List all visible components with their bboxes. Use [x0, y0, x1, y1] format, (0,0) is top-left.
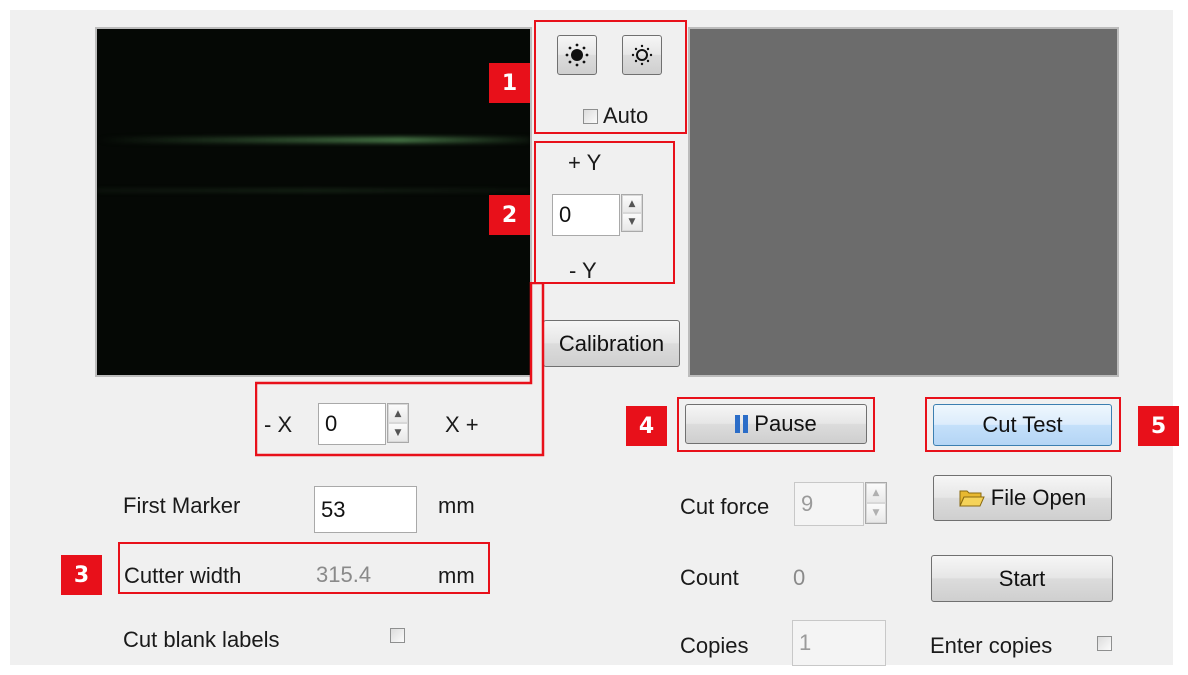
callout-badge-1: 1	[489, 63, 530, 103]
count-value: 0	[793, 565, 806, 590]
callout-badge-4: 4	[626, 406, 667, 446]
callout-box-3	[118, 542, 490, 594]
first-marker-value: 53	[321, 496, 346, 522]
camera-light-streak-2	[97, 189, 530, 192]
copies-value: 1	[799, 630, 812, 655]
copies-label: Copies	[680, 633, 749, 658]
count-label: Count	[680, 565, 739, 590]
callout-box-2a	[534, 141, 675, 284]
calibration-button[interactable]: Calibration	[543, 320, 680, 367]
cut-blank-labels-checkbox[interactable]	[390, 628, 405, 643]
cut-force-label: Cut force	[680, 494, 770, 519]
file-open-label: File Open	[990, 485, 1087, 510]
first-marker-label: First Marker	[123, 493, 241, 518]
callout-badge-5: 5	[1138, 406, 1179, 446]
camera-light-streak	[97, 137, 530, 143]
cut-force-input[interactable]: 9	[794, 482, 864, 526]
first-marker-input[interactable]: 53	[314, 486, 417, 533]
label-preview	[688, 27, 1119, 377]
callout-box-1	[534, 20, 687, 134]
cut-force-value: 9	[801, 491, 814, 516]
cut-force-spinner[interactable]: ▲ ▼	[865, 482, 887, 524]
copies-input[interactable]: 1	[792, 620, 886, 666]
enter-copies-checkbox[interactable]	[1097, 636, 1112, 651]
spin-up-icon[interactable]: ▲	[866, 483, 886, 503]
spin-down-icon[interactable]: ▼	[866, 503, 886, 523]
cut-blank-labels-label: Cut blank labels	[123, 627, 280, 652]
callout-box-5	[925, 397, 1121, 452]
callout-badge-2: 2	[489, 195, 530, 235]
callout-badge-3: 3	[61, 555, 102, 595]
first-marker-unit: mm	[438, 493, 475, 518]
folder-open-icon	[959, 490, 985, 507]
callout-box-4	[677, 397, 875, 452]
enter-copies-label: Enter copies	[930, 633, 1053, 658]
start-button[interactable]: Start	[931, 555, 1113, 602]
callout-box-2b	[255, 282, 545, 457]
file-open-button[interactable]: File Open	[933, 475, 1112, 521]
